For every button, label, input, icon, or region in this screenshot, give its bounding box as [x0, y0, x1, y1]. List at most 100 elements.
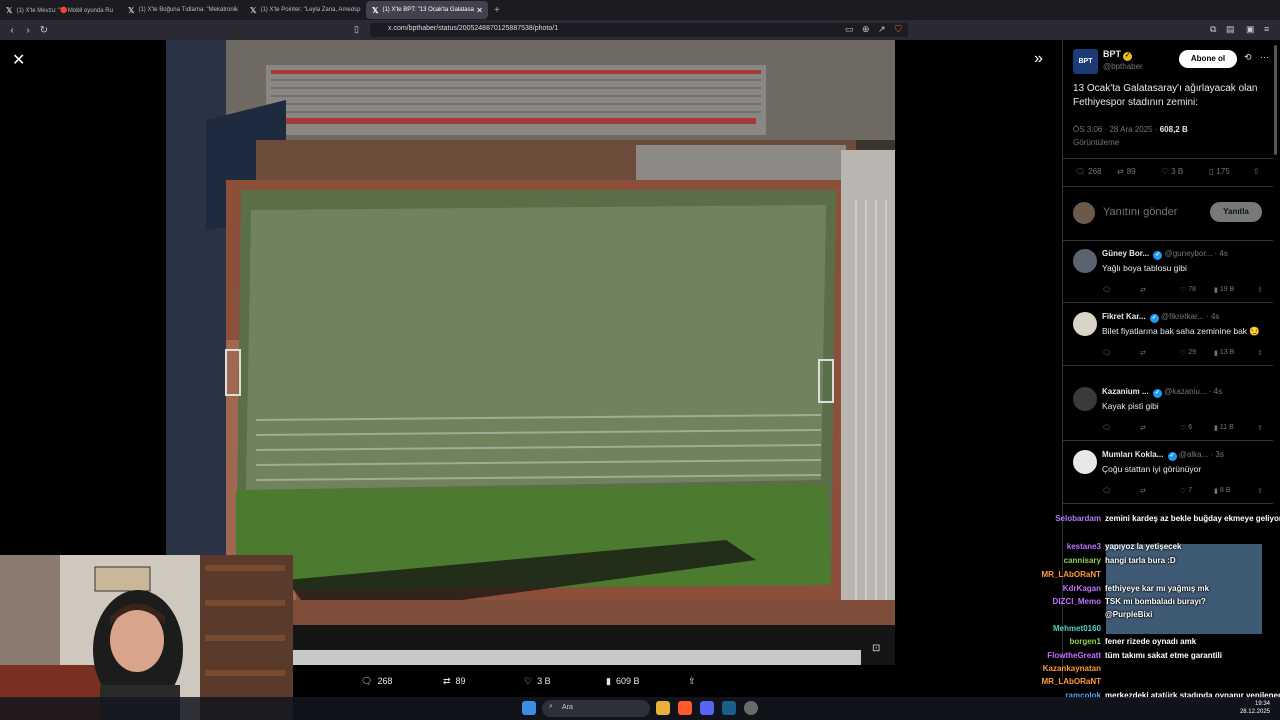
- like-button[interactable]: ♡ 3 B: [1161, 167, 1183, 176]
- reply-icon[interactable]: 🗨: [1102, 286, 1111, 294]
- extensions-icon[interactable]: ⧉: [1210, 24, 1216, 35]
- repost-button[interactable]: ⇄ 89: [1117, 167, 1136, 176]
- comment-author[interactable]: Fikret Kar... ✓ @fikretkar... · 4s: [1102, 312, 1219, 323]
- views-button[interactable]: ▮ 13 B: [1214, 349, 1234, 357]
- share-icon[interactable]: ⇧: [1257, 349, 1263, 357]
- grok-icon[interactable]: ⟲: [1244, 52, 1252, 63]
- comment[interactable]: Kazanium ... ✓ @kazaniu... · 4s Kayak pi…: [1063, 379, 1273, 441]
- comment[interactable]: Güney Bor... ✓ @guneybor... · 4s Yağlı b…: [1063, 241, 1273, 303]
- bookmark-icon[interactable]: ▯: [354, 24, 359, 35]
- chat-line: kestane3 yapıyoz la yetişecek: [1035, 540, 1275, 554]
- browser-tab[interactable]: 𝕏 (1) X'te Boğuna Tıdlama: "Mekatronik: [122, 1, 244, 19]
- brave-shield-icon[interactable]: ⛉: [895, 24, 902, 35]
- repost-icon[interactable]: ⇄: [1140, 349, 1146, 357]
- like-button[interactable]: ♡ 6: [1180, 424, 1192, 432]
- views-button[interactable]: ▮ 609 B: [606, 676, 639, 687]
- forward-icon[interactable]: ›: [20, 25, 36, 36]
- avatar[interactable]: [1073, 387, 1097, 411]
- reply-button[interactable]: 🗨 268: [1075, 167, 1102, 176]
- back-icon[interactable]: ‹: [4, 25, 20, 36]
- close-tab-icon[interactable]: ✕: [476, 6, 483, 15]
- bookmark-button[interactable]: ▯ 175: [1209, 167, 1230, 176]
- tweet-meta: ÖS 3:06 · 28 Ara 2025 · 608,2 B Görüntüle…: [1073, 123, 1263, 149]
- like-button[interactable]: ♡ 29: [1180, 349, 1196, 357]
- share-button[interactable]: ⇧: [1253, 167, 1260, 176]
- windows-start-icon[interactable]: [522, 701, 536, 715]
- browser-tab[interactable]: 𝕏 (1) X'te Mevzu: "🔴Mobil oyunda Ru: [0, 1, 122, 19]
- reader-icon[interactable]: ▭: [845, 24, 854, 35]
- steam-icon[interactable]: [722, 701, 736, 715]
- clock-time: 19:34: [1254, 701, 1270, 707]
- avatar[interactable]: [1073, 249, 1097, 273]
- chat-message: fethiyeye kar mı yağmış mk: [1105, 584, 1210, 593]
- like-button[interactable]: ♡ 7: [1180, 487, 1192, 495]
- like-count: 7: [1188, 487, 1193, 494]
- menu-icon[interactable]: ≡: [1264, 24, 1269, 34]
- reply-input[interactable]: Yanıtını gönder: [1103, 206, 1177, 218]
- discord-icon[interactable]: [700, 701, 714, 715]
- reply-button[interactable]: 🗨 268: [361, 676, 392, 687]
- close-photo-icon[interactable]: ✕: [12, 50, 25, 70]
- bookmark-icon: ▯: [1209, 167, 1214, 176]
- views-button[interactable]: ▮ 11 B: [1214, 424, 1234, 432]
- chat-message: @PurpleBixi: [1105, 610, 1153, 619]
- repost-icon[interactable]: ⇄: [1140, 424, 1146, 432]
- display-name[interactable]: BPT ✓: [1103, 49, 1132, 61]
- comment[interactable]: Mumları Kokla... ✓ @alka... · 3s Çoğu st…: [1063, 442, 1273, 504]
- sidebar-icon[interactable]: ▤: [1226, 24, 1235, 35]
- zoom-icon[interactable]: ⊕: [862, 24, 870, 35]
- wallet-icon[interactable]: ▣: [1246, 24, 1255, 35]
- chat-user: FlowtheGreatt: [1047, 651, 1101, 660]
- system-clock[interactable]: 19:34 28.12.2025: [1240, 700, 1270, 716]
- new-tab-button[interactable]: +: [494, 5, 500, 16]
- user-handle[interactable]: @bpthaber: [1103, 62, 1143, 71]
- views-button[interactable]: ▮ 19 B: [1214, 286, 1234, 294]
- avatar[interactable]: [1073, 450, 1097, 474]
- share-icon[interactable]: ⇧: [1257, 424, 1263, 432]
- share-icon[interactable]: ⇧: [1257, 286, 1263, 294]
- reload-icon[interactable]: ↻: [36, 25, 52, 36]
- brave-browser-icon[interactable]: [678, 701, 692, 715]
- comment-author[interactable]: Mumları Kokla... ✓ @alka... · 3s: [1102, 450, 1224, 461]
- share-icon[interactable]: ↗: [878, 24, 886, 35]
- like-count: 29: [1188, 349, 1197, 356]
- share-icon[interactable]: ⇧: [1257, 487, 1263, 495]
- browser-tab[interactable]: 𝕏 (1) X'te Pointer: "Leyla Zana, Amedsp: [244, 1, 366, 19]
- comment-author[interactable]: Kazanium ... ✓ @kazaniu... · 4s: [1102, 387, 1222, 398]
- repost-button[interactable]: ⇄ 89: [443, 676, 466, 687]
- tweet-time[interactable]: ÖS 3:06 · 28 Ara 2025 ·: [1073, 125, 1160, 134]
- share-button[interactable]: ⇧: [688, 676, 696, 687]
- heart-icon: ♡: [1180, 488, 1187, 495]
- subscribe-button[interactable]: Abone ol: [1179, 50, 1237, 68]
- repost-icon[interactable]: ⇄: [1140, 286, 1146, 294]
- file-explorer-icon[interactable]: [656, 701, 670, 715]
- comment-time: · 4s: [1206, 312, 1220, 321]
- like-button[interactable]: ♡ 3 B: [524, 676, 551, 687]
- comment[interactable]: Fikret Kar... ✓ @fikretkar... · 4s Bilet…: [1063, 304, 1273, 366]
- like-count: 3 B: [1171, 167, 1184, 176]
- browser-tab-active[interactable]: 𝕏 (1) X'te BPT: "13 Ocak'ta Galatasa ✕: [366, 1, 488, 19]
- reply-icon[interactable]: 🗨: [1102, 349, 1111, 357]
- alt-text-icon[interactable]: ⊡: [872, 643, 880, 654]
- address-bar[interactable]: x.com/bpthaber/status/200524887012588753…: [370, 23, 908, 37]
- comment-name: Fikret Kar...: [1102, 312, 1146, 321]
- comment-author[interactable]: Güney Bor... ✓ @guneybor... · 4s: [1102, 249, 1228, 260]
- reply-submit-button[interactable]: Yanıtla: [1210, 202, 1262, 222]
- tab-label: (1) X'te Pointer: "Leyla Zana, Amedsp: [260, 7, 361, 13]
- scrollbar[interactable]: [1274, 45, 1277, 155]
- reply-icon[interactable]: 🗨: [1102, 424, 1111, 432]
- avatar[interactable]: BPT: [1073, 49, 1098, 74]
- like-button[interactable]: ♡ 78: [1180, 286, 1196, 294]
- avatar: [1073, 202, 1095, 224]
- comment-handle: @guneybor...: [1164, 249, 1213, 258]
- collapse-panel-icon[interactable]: »: [1034, 50, 1043, 68]
- avatar[interactable]: [1073, 312, 1097, 336]
- navigation-bar: ‹ › ↻ ▯ x.com/bpthaber/status/2005248870…: [0, 20, 1280, 40]
- repost-count: 89: [1126, 167, 1136, 176]
- taskbar-search[interactable]: ⌕ Ara: [542, 700, 650, 717]
- views-button[interactable]: ▮ 8 B: [1214, 487, 1230, 495]
- more-icon[interactable]: ···: [1260, 52, 1269, 62]
- reply-icon[interactable]: 🗨: [1102, 487, 1111, 495]
- obs-icon[interactable]: [744, 701, 758, 715]
- repost-icon[interactable]: ⇄: [1140, 487, 1146, 495]
